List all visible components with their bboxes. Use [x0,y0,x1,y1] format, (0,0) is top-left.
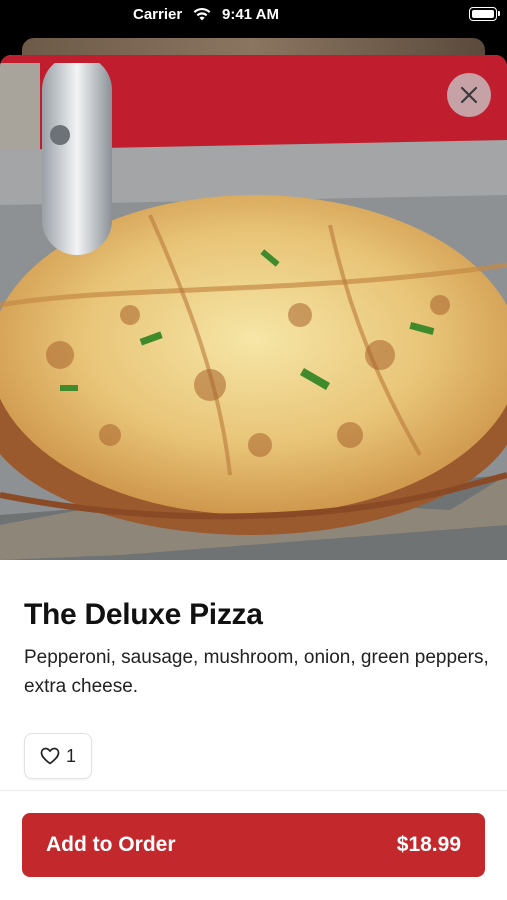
heart-icon [40,747,60,765]
clock: 9:41 AM [222,6,279,23]
like-count: 1 [65,745,76,766]
status-bar: Carrier 9:41 AM [0,0,507,30]
carrier-label: Carrier [133,6,183,23]
close-icon [460,86,478,104]
price-label: $18.99 [396,833,461,856]
divider [0,790,507,791]
like-button[interactable]: 1 [24,733,92,779]
item-title: The Deluxe Pizza [24,598,263,631]
battery-icon [469,7,500,21]
close-button[interactable] [447,73,491,117]
pizza-photo [0,55,507,560]
add-to-order-label: Add to Order [46,833,176,856]
wifi-icon [193,7,211,21]
item-description: Pepperoni, sausage, mushroom, onion, gre… [24,647,489,697]
item-detail-sheet: The Deluxe Pizza Pepperoni, sausage, mus… [0,55,507,900]
add-to-order-button[interactable]: Add to Order $18.99 [22,813,485,877]
